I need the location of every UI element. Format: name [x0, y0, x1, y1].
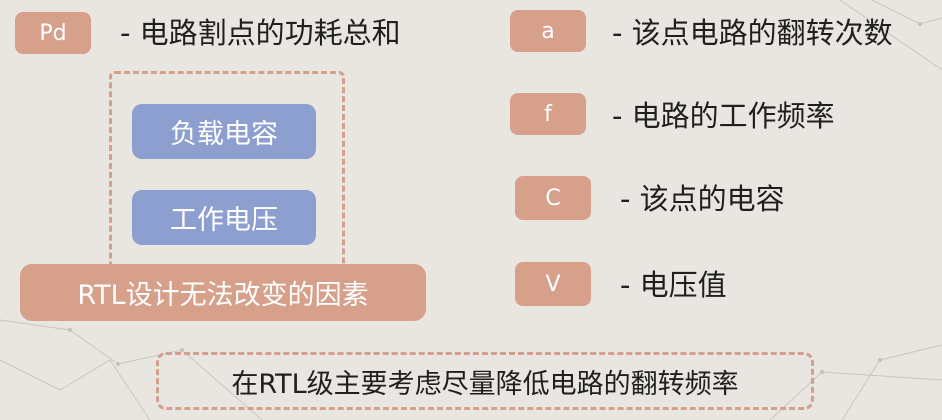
switching-count-description: - 该点电路的翻转次数 [612, 16, 893, 50]
pd-description: - 电路割点的功耗总和 [120, 16, 401, 50]
frequency-tag: f [510, 93, 586, 135]
operating-voltage-chip: 工作电压 [132, 190, 316, 245]
voltage-description: - 电压值 [620, 268, 727, 302]
frequency-description: - 电路的工作频率 [612, 99, 835, 133]
fixed-factors-label: RTL设计无法改变的因素 [20, 264, 426, 321]
switching-count-tag: a [510, 10, 586, 52]
voltage-tag: V [515, 262, 591, 306]
load-capacitance-chip: 负载电容 [132, 104, 316, 159]
capacitance-tag: C [515, 176, 591, 220]
rtl-optimization-note: 在RTL级主要考虑尽量降低电路的翻转频率 [156, 352, 814, 410]
capacitance-description: - 该点的电容 [620, 182, 785, 216]
pd-tag: Pd [15, 12, 91, 54]
